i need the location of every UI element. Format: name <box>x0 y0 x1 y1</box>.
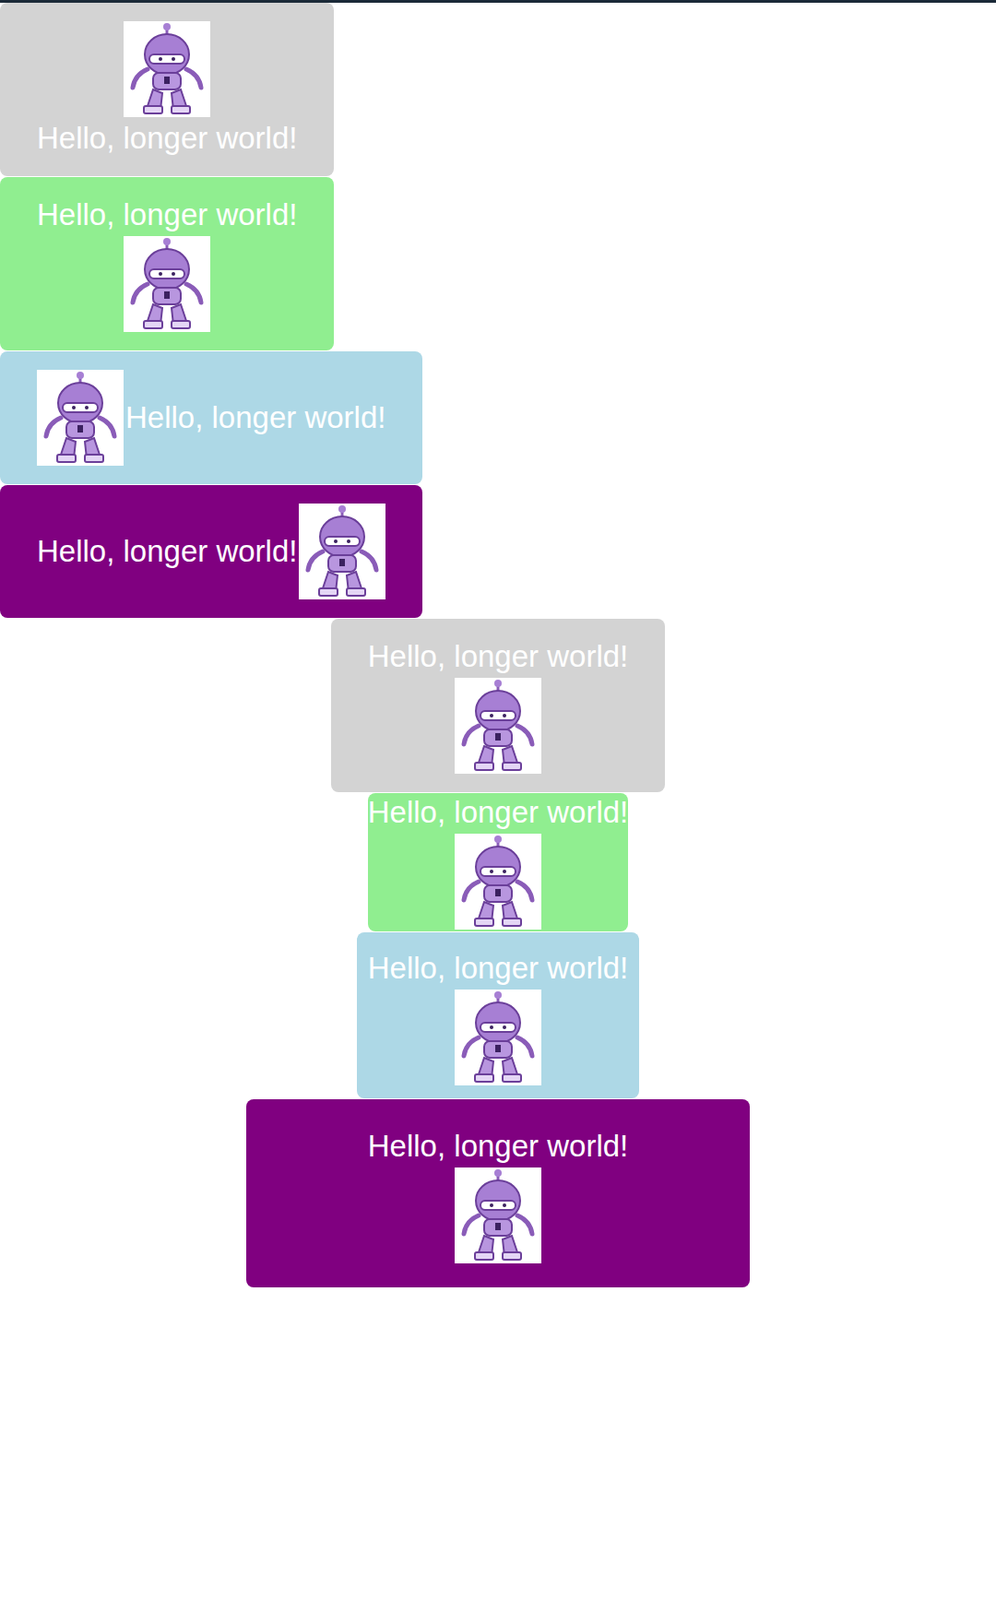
image-button[interactable]: Hello, longer world! <box>367 793 629 932</box>
page: Hello, longer world! Hello, longer world!… <box>0 0 996 1600</box>
robot-icon <box>454 677 542 774</box>
robot-icon <box>123 21 211 118</box>
button-label: Hello, longer world! <box>367 637 629 676</box>
image-button[interactable]: Hello, longer world! <box>0 177 334 351</box>
button-label: Hello, longer world! <box>36 532 297 571</box>
button-label: Hello, longer world! <box>367 1126 629 1166</box>
image-button[interactable]: Hello, longer world! <box>0 2 334 177</box>
robot-icon <box>36 369 124 466</box>
robot-icon <box>454 833 542 930</box>
image-button[interactable]: Hello, longer world! <box>356 932 640 1099</box>
robot-icon <box>123 236 211 332</box>
robot-icon <box>454 989 542 1086</box>
image-button[interactable]: Hello, longer world! <box>246 1099 750 1288</box>
image-button[interactable]: Hello, longer world! <box>331 618 665 793</box>
robot-icon <box>298 503 386 600</box>
button-label: Hello, longer world! <box>367 793 629 832</box>
image-button[interactable]: Hello, longer world! <box>0 485 423 618</box>
button-label: Hello, longer world! <box>125 398 386 438</box>
button-label: Hello, longer world! <box>367 948 629 988</box>
button-label: Hello, longer world! <box>36 118 297 158</box>
button-group: Hello, longer world! Hello, longer world!… <box>0 618 996 1288</box>
button-label: Hello, longer world! <box>36 195 297 235</box>
image-button[interactable]: Hello, longer world! <box>0 351 423 485</box>
robot-icon <box>454 1167 542 1264</box>
button-group: Hello, longer world! Hello, longer world!… <box>0 2 996 618</box>
